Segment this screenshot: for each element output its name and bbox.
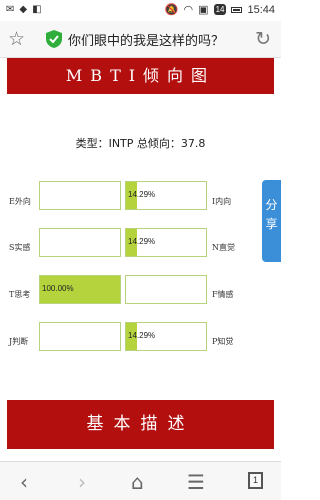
bar-left-j — [39, 322, 121, 351]
bottom-nav: ‹ › ⌂ ☰ 1 — [0, 461, 281, 500]
header-banner: MBTI倾向图 — [7, 58, 274, 94]
back-icon[interactable]: ‹ — [20, 470, 28, 494]
address-bar: ☆ 你们眼中的我是这样的吗？ ↻ — [0, 21, 281, 58]
bar-left-e — [39, 181, 121, 210]
bookmark-star-icon[interactable]: ☆ — [8, 28, 25, 50]
clock: 15:44 — [247, 3, 275, 16]
row-label-e: E外向 — [9, 197, 31, 206]
status-left: ✉ ◆ ◧ — [6, 4, 42, 15]
row-label-n: N直觉 — [212, 243, 235, 252]
status-bar: ✉ ◆ ◧ 🔕 ◠ ▣ 14 15:44 — [0, 0, 281, 21]
forward-icon[interactable]: › — [78, 470, 86, 494]
menu-icon[interactable]: ☰ — [187, 470, 205, 494]
app-icon-2: ◧ — [32, 4, 42, 15]
notification-badge: 14 — [213, 4, 227, 15]
secure-shield-icon — [46, 30, 62, 48]
row-label-i: I内向 — [212, 197, 232, 206]
battery-icon — [231, 6, 243, 13]
app-icon: ◆ — [19, 4, 28, 15]
type-summary: 类型：INTP 总倾向：37.8 — [75, 137, 206, 150]
bar-right-i: 14.29% — [125, 181, 207, 210]
sim-icon: ▣ — [198, 4, 209, 16]
mute-icon: 🔕 — [164, 4, 179, 16]
bar-left-t: 100.00% — [39, 275, 121, 304]
status-right: 🔕 ◠ ▣ 14 15:44 — [164, 3, 275, 17]
row-label-j: J判断 — [9, 337, 29, 346]
section-banner: 基本描述 — [7, 400, 274, 449]
value-right-n: 14.29% — [128, 237, 156, 246]
home-icon[interactable]: ⌂ — [131, 470, 144, 494]
value-left-t: 100.00% — [42, 284, 74, 293]
notification-icon: ✉ — [6, 4, 15, 15]
bar-right-p: 14.29% — [125, 322, 207, 351]
row-label-f: F情感 — [212, 290, 234, 299]
bar-right-f — [125, 275, 207, 304]
row-label-s: S实感 — [9, 243, 31, 252]
wifi-icon: ◠ — [183, 4, 194, 16]
page-title[interactable]: 你们眼中的我是这样的吗？ — [68, 30, 224, 49]
value-right-i: 14.29% — [128, 190, 156, 199]
row-label-p: P知觉 — [212, 337, 234, 346]
bar-left-s — [39, 228, 121, 257]
bar-right-n: 14.29% — [125, 228, 207, 257]
value-right-p: 14.29% — [128, 331, 156, 340]
refresh-icon[interactable]: ↻ — [255, 28, 271, 50]
share-button[interactable]: 分享 — [262, 180, 281, 262]
row-label-t: T思考 — [9, 290, 31, 299]
tabs-button[interactable]: 1 — [248, 472, 263, 489]
